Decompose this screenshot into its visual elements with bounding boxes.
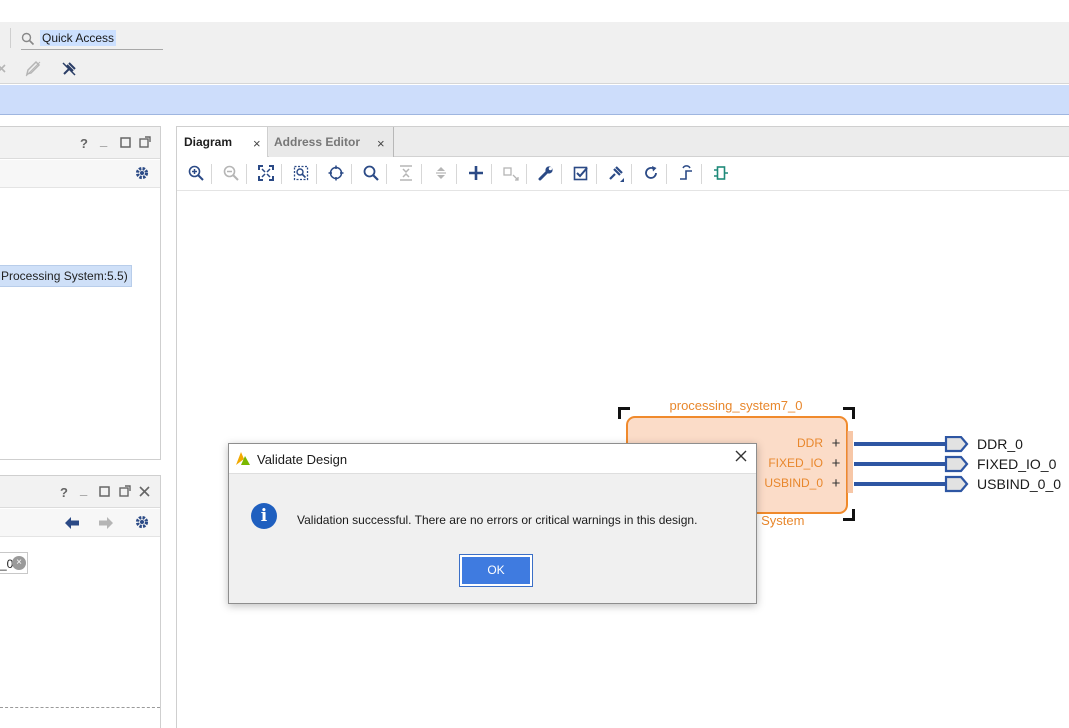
float-icon[interactable] — [119, 485, 131, 500]
forward-arrow-icon[interactable] — [98, 516, 114, 533]
expand-port-icon[interactable]: + — [830, 476, 842, 491]
dialog-title: Validate Design — [257, 452, 348, 467]
panel-header: ? _ — [0, 127, 160, 159]
maximize-icon[interactable] — [99, 485, 110, 500]
toolbar-separator — [631, 164, 632, 184]
toolbar-separator — [351, 164, 352, 184]
selected-tree-item[interactable]: Processing System:5.5) — [0, 265, 132, 287]
toolbar-separator — [491, 164, 492, 184]
unpin-icon[interactable] — [60, 60, 78, 81]
regenerate-icon[interactable] — [642, 165, 660, 183]
tab-label: Diagram — [184, 135, 233, 149]
net-wire-usbind[interactable] — [854, 482, 946, 486]
toolbar-separator — [316, 164, 317, 184]
close-icon[interactable]: × — [377, 136, 385, 151]
info-icon: i — [251, 503, 277, 529]
float-icon[interactable] — [139, 136, 151, 151]
maximize-icon[interactable] — [120, 136, 131, 151]
help-icon[interactable]: ? — [60, 485, 68, 500]
toolbar-separator — [281, 164, 282, 184]
dialog-titlebar: Validate Design — [229, 444, 756, 474]
toolbar-separator — [526, 164, 527, 184]
search-field[interactable]: _0 × — [0, 552, 28, 574]
panel-header: ? _ — [0, 476, 160, 508]
search-icon[interactable] — [362, 165, 380, 183]
optimize-routing-icon[interactable] — [677, 165, 695, 183]
external-port-ddr-0[interactable]: DDR_0 — [977, 436, 1023, 452]
toolbar-separator — [246, 164, 247, 184]
quick-access-field[interactable]: Quick Access — [21, 28, 163, 50]
tab-bar: Diagram × Address Editor × — [177, 126, 1069, 158]
external-port-icons — [944, 436, 969, 493]
minimize-icon[interactable]: _ — [80, 482, 87, 497]
edit-icon[interactable] — [24, 60, 42, 81]
partial-tool-icon[interactable] — [0, 62, 6, 81]
tab-label: Address Editor — [274, 135, 361, 149]
center-icon[interactable] — [327, 165, 345, 183]
tab-address-editor[interactable]: Address Editor × — [269, 127, 394, 158]
close-icon[interactable] — [139, 485, 150, 500]
close-icon[interactable] — [734, 448, 748, 468]
expand-port-icon[interactable]: + — [830, 456, 842, 471]
validate-icon[interactable] — [572, 165, 590, 183]
vivado-logo-icon — [235, 450, 251, 466]
toolbar-separator — [596, 164, 597, 184]
diagram-toolbar — [177, 157, 1069, 191]
properties-panel: ? _ _0 × — [0, 475, 161, 728]
search-icon — [21, 32, 35, 46]
toolbar-separator — [456, 164, 457, 184]
top-toolbar: Quick Access — [0, 22, 1069, 84]
gear-icon[interactable] — [134, 514, 150, 534]
net-wire-fixed-io[interactable] — [854, 462, 946, 466]
toolbar-separator — [10, 28, 11, 48]
ip-instance-name: processing_system7_0 — [669, 398, 803, 413]
panel-toolbar — [0, 509, 160, 537]
panel-toolbar — [0, 160, 160, 188]
external-port-usbind-0-0[interactable]: USBIND_0_0 — [977, 476, 1061, 492]
zoom-fit-icon[interactable] — [257, 165, 275, 183]
expand-all-icon[interactable] — [432, 165, 450, 183]
collapse-all-icon[interactable] — [397, 165, 415, 183]
dialog-message: Validation successful. There are no erro… — [297, 513, 698, 527]
info-bar — [0, 85, 1069, 115]
port-bar — [847, 431, 853, 493]
toolbar-separator — [421, 164, 422, 184]
external-port-fixed-io-0[interactable]: FIXED_IO_0 — [977, 456, 1056, 472]
zoom-area-icon[interactable] — [292, 165, 310, 183]
quick-access-label[interactable]: Quick Access — [40, 30, 117, 46]
toolbar-separator — [561, 164, 562, 184]
toolbar-separator — [666, 164, 667, 184]
validate-design-dialog: Validate Design i Validation successful.… — [228, 443, 757, 604]
diagram-window: Diagram × Address Editor × processing_sy… — [176, 126, 1069, 728]
divider — [0, 707, 160, 708]
wrench-icon[interactable] — [537, 165, 555, 183]
add-module-icon[interactable] — [502, 165, 520, 183]
zoom-out-icon[interactable] — [222, 165, 240, 183]
net-wire-ddr[interactable] — [854, 442, 946, 446]
add-ip-icon[interactable] — [467, 165, 485, 183]
clear-icon[interactable]: × — [12, 556, 26, 570]
close-icon[interactable]: × — [253, 136, 261, 151]
back-arrow-icon[interactable] — [64, 516, 80, 533]
gear-icon[interactable] — [134, 165, 150, 185]
pin-icon[interactable] — [607, 165, 625, 183]
ok-button[interactable]: OK — [459, 554, 533, 587]
help-icon[interactable]: ? — [80, 136, 88, 151]
toolbar-separator — [701, 164, 702, 184]
sources-panel: ? _ Processing System:5.5) — [0, 126, 161, 460]
ok-button-label: OK — [462, 557, 530, 584]
tab-diagram[interactable]: Diagram × — [177, 127, 268, 158]
zoom-in-icon[interactable] — [187, 165, 205, 183]
toolbar-separator — [211, 164, 212, 184]
expand-port-icon[interactable]: + — [830, 436, 842, 451]
minimize-icon[interactable]: _ — [100, 133, 107, 148]
toolbar-separator — [386, 164, 387, 184]
fit-ports-icon[interactable] — [712, 165, 730, 183]
